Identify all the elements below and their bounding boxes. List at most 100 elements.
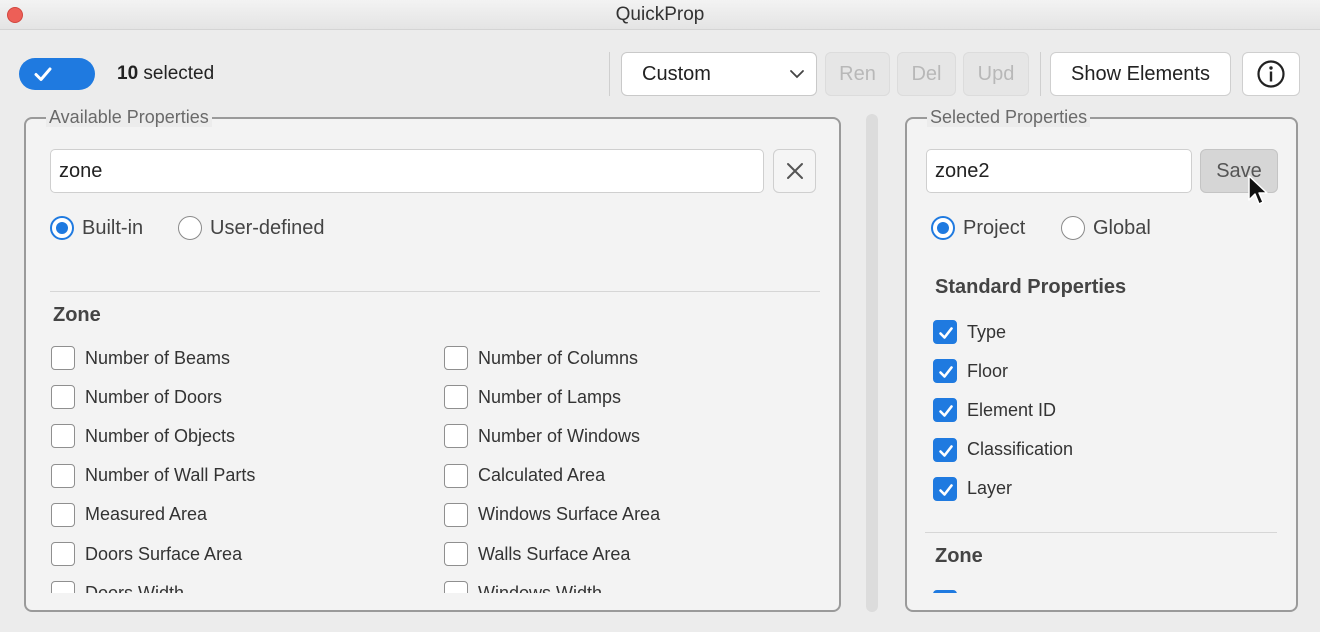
checkbox-item-number-of-windows[interactable]: Number of Windows	[444, 424, 641, 449]
checkbox[interactable]	[51, 542, 75, 566]
radio-user-defined-label: User-defined	[210, 216, 325, 239]
checkbox-label: Number of Objects	[85, 425, 236, 446]
chevron-down-icon	[790, 70, 804, 79]
checkbox-item-number-of-doors[interactable]: Number of Doors	[51, 385, 222, 410]
radio-built-in-label: Built-in	[82, 216, 144, 239]
checkbox-item-calculated-area[interactable]: Calculated Area	[444, 463, 606, 488]
checkbox-item-number-of-columns[interactable]: Number of Columns	[444, 346, 638, 370]
zone-section-heading: Zone	[935, 545, 983, 567]
checkbox-label: Classification	[967, 439, 1074, 460]
delete-button[interactable]: Del	[897, 52, 956, 96]
checkbox-label: Number of Lamps	[478, 386, 622, 407]
checkbox-item-zone-net-perimeter[interactable]: Zone Net Perimeter	[933, 590, 1124, 593]
checkbox-item-layer[interactable]: Layer	[933, 476, 1013, 501]
checkbox-label: Number of Beams	[85, 347, 231, 368]
checkbox-label: Layer	[967, 478, 1013, 499]
checkbox-item-number-of-objects[interactable]: Number of Objects	[51, 424, 236, 449]
preset-dropdown[interactable]: Custom	[621, 52, 817, 96]
checkbox[interactable]	[444, 385, 468, 410]
radio-project-label: Project	[963, 216, 1026, 239]
checkbox[interactable]	[51, 346, 75, 370]
radio-button-selected[interactable]	[931, 216, 955, 240]
section-divider	[50, 291, 820, 292]
preset-value: Custom	[642, 63, 711, 85]
selected-count-number: 10	[117, 63, 139, 84]
clear-search-button[interactable]	[773, 149, 816, 193]
checkbox[interactable]	[51, 463, 75, 488]
checkbox-item-doors-width[interactable]: Doors Width	[51, 581, 184, 593]
checkbox[interactable]	[444, 502, 468, 527]
selected-properties-legend: Selected Properties	[927, 107, 1091, 127]
radio-global-label: Global	[1093, 216, 1151, 239]
selection-count: 10 selected	[117, 62, 214, 86]
checkbox-item-walls-surface-area[interactable]: Walls Surface Area	[444, 542, 630, 566]
rename-button[interactable]: Ren	[825, 52, 890, 96]
checkbox-item-measured-area[interactable]: Measured Area	[51, 502, 208, 527]
property-search-input[interactable]: zone	[50, 149, 764, 193]
checkbox[interactable]	[51, 502, 75, 527]
available-properties-list: Number of Beams Number of Doors Number of …	[26, 339, 839, 593]
checkbox-item-doors-surface-area[interactable]: Doors Surface Area	[51, 542, 242, 566]
info-icon	[1257, 60, 1285, 88]
checkbox-label: Number of Wall Parts	[85, 465, 256, 486]
info-button[interactable]	[1242, 52, 1300, 96]
checkbox-checked[interactable]	[933, 320, 957, 344]
checkbox-item-floor[interactable]: Floor	[933, 359, 1009, 384]
checkbox[interactable]	[444, 542, 468, 566]
checkbox-item-windows-surface-area[interactable]: Windows Surface Area	[444, 502, 661, 527]
checkbox-label: Doors Width	[85, 582, 185, 593]
checkbox-checked[interactable]	[933, 437, 957, 462]
checkbox-item-windows-width[interactable]: Windows Width	[444, 581, 602, 593]
selected-properties-list: Type Floor Element ID Classification Layer Z…	[907, 314, 1296, 593]
checkbox[interactable]	[444, 424, 468, 449]
update-button[interactable]: Upd	[963, 52, 1029, 96]
checkbox-label: Type	[967, 321, 1007, 342]
checkbox-label: Number of Columns	[478, 347, 639, 368]
standard-properties-heading: Standard Properties	[935, 276, 1127, 298]
checkbox-item-type[interactable]: Type	[933, 320, 1006, 344]
checkbox[interactable]	[51, 385, 75, 410]
panel-splitter[interactable]	[866, 114, 878, 612]
selected-properties-panel: Selected Properties zone2 Save Project G…	[905, 107, 1298, 612]
checkbox-label: Calculated Area	[478, 465, 606, 486]
select-toggle[interactable]	[19, 58, 95, 90]
checkbox[interactable]	[51, 424, 75, 449]
checkbox[interactable]	[444, 581, 468, 593]
checkbox-label: Windows Surface Area	[478, 504, 661, 525]
radio-user-defined[interactable]: User-defined	[178, 216, 325, 240]
show-elements-button[interactable]: Show Elements	[1050, 52, 1231, 96]
checkbox-checked[interactable]	[933, 476, 957, 501]
checkbox-item-classification[interactable]: Classification	[933, 437, 1074, 462]
checkbox-label: Measured Area	[85, 504, 208, 525]
section-divider	[925, 532, 1277, 533]
radio-button[interactable]	[178, 216, 202, 240]
title-bar: QuickProp	[0, 0, 1320, 30]
checkbox-item-number-of-wall-parts[interactable]: Number of Wall Parts	[51, 463, 256, 488]
checkmark-icon	[34, 67, 52, 81]
zone-section-heading: Zone	[53, 304, 101, 326]
window-title: QuickProp	[615, 4, 705, 25]
checkbox[interactable]	[444, 463, 468, 488]
checkbox[interactable]	[51, 581, 75, 593]
checkbox-checked[interactable]	[933, 590, 957, 593]
checkbox[interactable]	[444, 346, 468, 370]
available-properties-legend: Available Properties	[46, 107, 212, 127]
radio-button[interactable]	[1061, 216, 1085, 240]
checkbox-item-number-of-lamps[interactable]: Number of Lamps	[444, 385, 622, 410]
checkbox-checked[interactable]	[933, 359, 957, 384]
radio-built-in[interactable]: Built-in	[50, 216, 143, 240]
window-close-button[interactable]	[7, 7, 23, 23]
available-properties-panel: Available Properties zone Built-in User-…	[24, 107, 841, 612]
radio-button-selected[interactable]	[50, 216, 74, 240]
preset-name-input[interactable]: zone2	[926, 149, 1192, 193]
checkbox-label: Windows Width	[478, 582, 603, 593]
toolbar-divider	[609, 52, 610, 96]
checkbox-label: Floor	[967, 360, 1009, 381]
checkbox-item-element-id[interactable]: Element ID	[933, 398, 1056, 423]
checkbox-label: Number of Windows	[478, 425, 641, 446]
checkbox-item-number-of-beams[interactable]: Number of Beams	[51, 346, 230, 370]
radio-global[interactable]: Global	[1061, 216, 1151, 240]
close-icon	[786, 163, 803, 179]
radio-project[interactable]: Project	[931, 216, 1025, 240]
checkbox-checked[interactable]	[933, 398, 957, 423]
